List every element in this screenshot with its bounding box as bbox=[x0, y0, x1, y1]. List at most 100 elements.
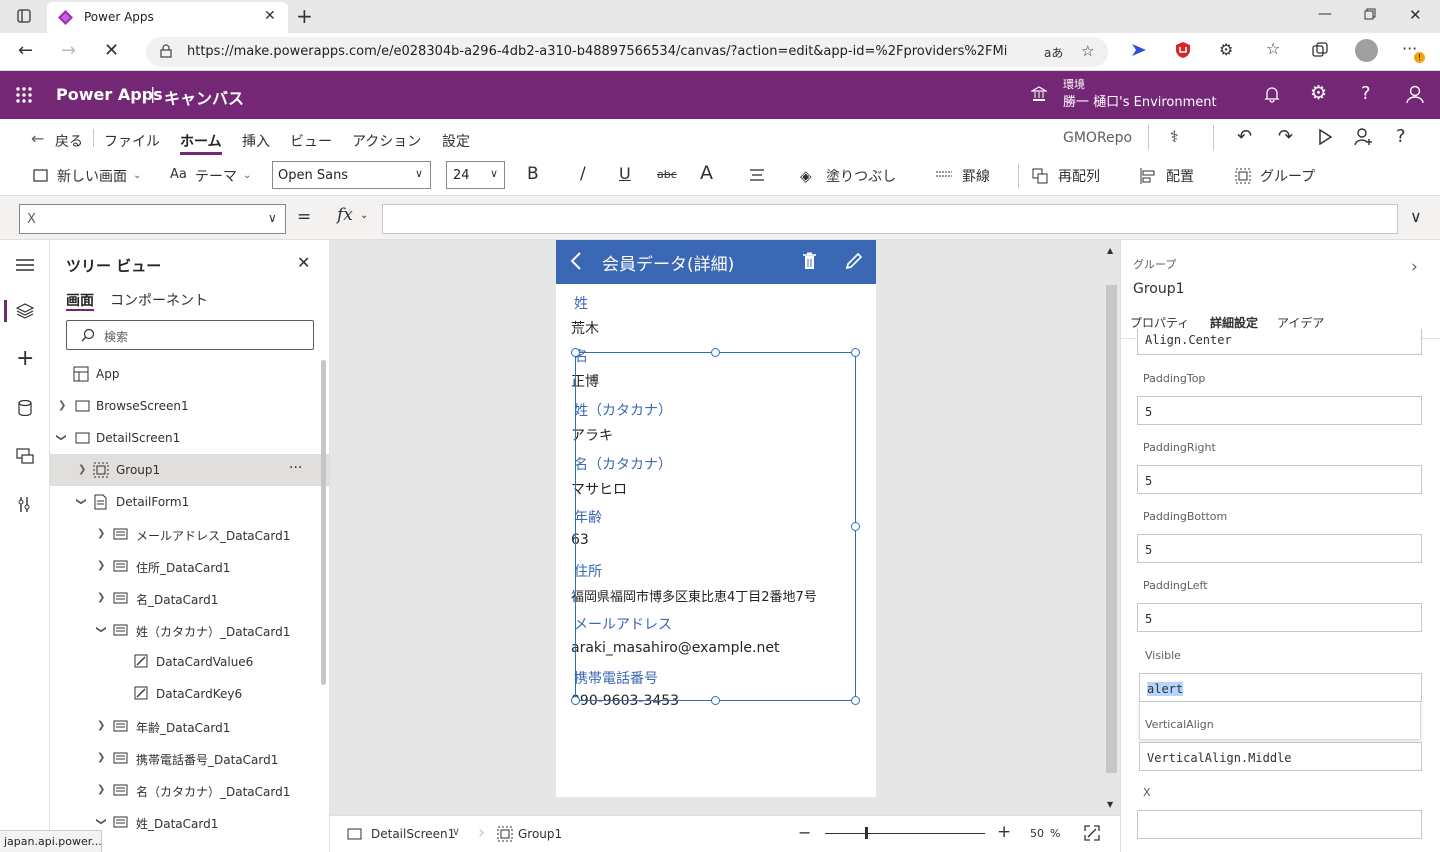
data-database-icon[interactable] bbox=[18, 400, 32, 416]
advanced-tools-icon[interactable] bbox=[17, 496, 31, 513]
favorites-icon[interactable]: ☆ bbox=[1266, 39, 1280, 58]
menu-settings[interactable]: 設定 bbox=[442, 131, 470, 151]
property-select[interactable]: X ∨ bbox=[19, 204, 286, 234]
font-select[interactable]: Open Sans ∨ bbox=[272, 161, 431, 189]
extension-arrow-icon[interactable] bbox=[1130, 42, 1148, 58]
share-user-icon[interactable] bbox=[1354, 128, 1372, 146]
tree-item-control[interactable]: DataCardValue6 bbox=[50, 646, 329, 678]
breadcrumb-control[interactable]: Group1 bbox=[518, 827, 562, 841]
resize-handle[interactable] bbox=[851, 348, 860, 357]
chevron-right-icon[interactable]: ❯ bbox=[97, 560, 105, 571]
close-tab-icon[interactable]: ✕ bbox=[264, 8, 276, 24]
chevron-right-icon[interactable]: ❯ bbox=[58, 400, 66, 411]
visible-input[interactable]: alert bbox=[1139, 673, 1422, 702]
profile-avatar[interactable] bbox=[1355, 39, 1378, 62]
tree-item-datacard[interactable]: ❯ 名（カタカナ）_DataCard1 bbox=[50, 774, 329, 806]
tree-item-datacard[interactable]: ❯ 姓（カタカナ）_DataCard1 bbox=[50, 614, 329, 646]
expand-formula-icon[interactable]: ∨ bbox=[1410, 207, 1422, 226]
paddingright-input[interactable]: 5 bbox=[1137, 465, 1422, 494]
undo-icon[interactable]: ↶ bbox=[1237, 126, 1252, 147]
browser-tab[interactable]: Power Apps ✕ bbox=[47, 2, 288, 33]
forward-arrow-icon[interactable]: → bbox=[61, 40, 76, 61]
tree-item-datacard[interactable]: ❯ 携帯電話番号_DataCard1 bbox=[50, 742, 329, 774]
minimize-icon[interactable]: — bbox=[1318, 6, 1332, 22]
app-launcher-icon[interactable] bbox=[15, 86, 33, 104]
bell-icon[interactable] bbox=[1264, 85, 1280, 103]
more-options-icon[interactable]: ··· bbox=[289, 460, 302, 476]
canvas-scrollbar[interactable] bbox=[1106, 285, 1117, 773]
tab-components[interactable]: コンポーネント bbox=[110, 290, 208, 310]
chevron-down-icon[interactable]: ❯ bbox=[96, 625, 107, 633]
verticalalign-input[interactable]: VerticalAlign.Middle bbox=[1139, 742, 1422, 771]
chevron-right-icon[interactable]: ❯ bbox=[97, 592, 105, 603]
read-aloud-icon[interactable]: aあ bbox=[1044, 44, 1063, 61]
stop-loading-icon[interactable]: ✕ bbox=[104, 40, 119, 61]
menu-file[interactable]: ファイル bbox=[104, 131, 160, 151]
menu-home[interactable]: ホーム bbox=[180, 131, 222, 151]
chevron-right-icon[interactable]: ❯ bbox=[97, 720, 105, 731]
field-value[interactable]: 荒木 bbox=[571, 318, 599, 338]
resize-handle[interactable] bbox=[711, 696, 720, 705]
font-size-select[interactable]: 24 ∨ bbox=[446, 161, 505, 189]
zoom-in-icon[interactable]: + bbox=[997, 822, 1011, 842]
redo-icon[interactable]: ↷ bbox=[1278, 126, 1293, 147]
chevron-down-icon[interactable]: ∨ bbox=[452, 825, 460, 838]
resize-handle[interactable] bbox=[711, 348, 720, 357]
bold-button[interactable]: B bbox=[527, 164, 539, 184]
back-chevron-icon[interactable] bbox=[570, 251, 582, 271]
app-checker-icon[interactable]: ⚕ bbox=[1170, 127, 1179, 146]
menu-action[interactable]: アクション bbox=[352, 131, 421, 151]
resize-handle[interactable] bbox=[571, 696, 580, 705]
scroll-down-icon[interactable]: ▼ bbox=[1107, 800, 1113, 809]
x-input[interactable] bbox=[1137, 810, 1422, 839]
back-arrow-icon[interactable]: ← bbox=[18, 40, 33, 61]
search-box[interactable]: 検索 bbox=[66, 320, 314, 350]
chevron-down-icon[interactable]: ❯ bbox=[96, 817, 107, 825]
chevron-down-icon[interactable]: ❯ bbox=[76, 497, 87, 505]
tree-scrollbar[interactable] bbox=[321, 360, 326, 685]
text-align-icon[interactable] bbox=[749, 169, 767, 182]
environment-name[interactable]: 勝一 樋口's Environment bbox=[1063, 91, 1217, 110]
tab-screens[interactable]: 画面 bbox=[66, 290, 94, 310]
tab-actions-icon[interactable] bbox=[17, 9, 31, 23]
settings-gear-icon[interactable]: ⚙ bbox=[1310, 82, 1327, 104]
address-bar[interactable]: https://make.powerapps.com/e/e028304b-a2… bbox=[146, 37, 1108, 67]
reorder-button[interactable]: 再配列 bbox=[1058, 166, 1100, 186]
paddingtop-input[interactable]: 5 bbox=[1137, 396, 1422, 425]
shield-extension-icon[interactable] bbox=[1175, 41, 1191, 59]
edit-pencil-icon[interactable] bbox=[845, 252, 863, 270]
paddingleft-input[interactable]: 5 bbox=[1137, 603, 1422, 632]
chevron-right-icon[interactable]: ❯ bbox=[97, 528, 105, 539]
resize-handle[interactable] bbox=[851, 522, 860, 531]
group-button[interactable]: グループ bbox=[1260, 166, 1315, 186]
formula-input[interactable] bbox=[382, 204, 1398, 234]
chevron-right-icon[interactable]: ❯ bbox=[97, 752, 105, 763]
trash-icon[interactable] bbox=[802, 252, 817, 270]
tree-item-detailscreen1[interactable]: ❯ DetailScreen1 bbox=[50, 422, 329, 454]
tree-item-group1-selected[interactable]: ❯ Group1 ··· bbox=[50, 454, 329, 486]
tree-item-datacard[interactable]: ❯ 住所_DataCard1 bbox=[50, 550, 329, 582]
zoom-slider-thumb[interactable] bbox=[865, 827, 868, 839]
hamburger-menu-icon[interactable] bbox=[16, 258, 34, 272]
extensions-icon[interactable]: ⚙ bbox=[1219, 40, 1233, 59]
account-icon[interactable] bbox=[1406, 85, 1424, 104]
add-favorite-icon[interactable]: ☆ bbox=[1081, 42, 1094, 60]
close-panel-icon[interactable]: ✕ bbox=[297, 253, 310, 272]
zoom-slider-track[interactable] bbox=[825, 833, 985, 834]
back-icon[interactable]: ← bbox=[31, 129, 44, 148]
tree-item-datacard[interactable]: ❯ 名_DataCard1 bbox=[50, 582, 329, 614]
zoom-out-icon[interactable]: − bbox=[798, 823, 811, 842]
collections-icon[interactable] bbox=[1312, 42, 1328, 58]
chevron-right-icon[interactable]: ❯ bbox=[78, 464, 86, 475]
media-icon[interactable] bbox=[16, 448, 34, 464]
restore-icon[interactable] bbox=[1364, 8, 1376, 20]
group-selection-box[interactable] bbox=[575, 352, 856, 701]
function-fx-button[interactable]: fx bbox=[337, 205, 353, 225]
align-button[interactable]: 配置 bbox=[1166, 166, 1194, 186]
underline-button[interactable]: U bbox=[619, 164, 631, 183]
product-name[interactable]: Power Apps bbox=[56, 85, 163, 104]
font-color-button[interactable]: A bbox=[700, 162, 713, 184]
resize-handle[interactable] bbox=[851, 696, 860, 705]
scroll-up-icon[interactable]: ▲ bbox=[1107, 246, 1113, 255]
collapse-panel-icon[interactable]: › bbox=[1411, 257, 1418, 277]
